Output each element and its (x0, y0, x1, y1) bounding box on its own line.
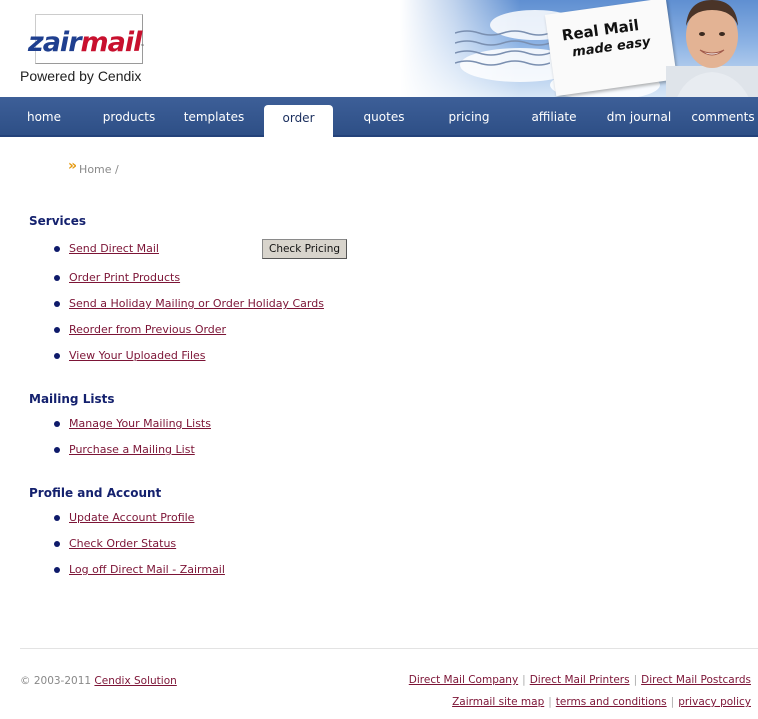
nav-home[interactable]: home (8, 97, 80, 137)
check-order-status-link[interactable]: Check Order Status (69, 537, 176, 550)
trademark-mark: ™ (140, 44, 145, 50)
bullet-icon (54, 353, 60, 359)
nav-quotes[interactable]: quotes (348, 97, 420, 137)
bullet-icon (54, 246, 60, 252)
footer-separator: | (670, 696, 675, 708)
nav-dm-journal[interactable]: dm journal (600, 97, 678, 137)
send-direct-mail-link[interactable]: Send Direct Mail (69, 242, 159, 255)
real-mail-card: Real Mail made easy (544, 0, 678, 97)
breadcrumb: » Home / (68, 158, 119, 177)
footer-divider (20, 648, 758, 649)
bullet-icon (54, 541, 60, 547)
direct-mail-postcards-link[interactable]: Direct Mail Postcards (641, 674, 751, 686)
nav-products[interactable]: products (90, 97, 168, 137)
logo-wordmark: zairmail (28, 27, 142, 58)
bullet-icon (54, 567, 60, 573)
copyright-text: © 2003-2011 (20, 675, 92, 687)
direct-mail-company-link[interactable]: Direct Mail Company (409, 674, 518, 686)
order-print-products-link[interactable]: Order Print Products (69, 271, 180, 284)
section-title-services: Services (29, 214, 87, 228)
header: zairmail ™ Powered by Cendix Real Mail m… (0, 0, 758, 97)
copyright: © 2003-2011 Cendix Solution (20, 675, 177, 687)
bullet-icon (54, 275, 60, 281)
check-pricing-button[interactable]: Check Pricing (262, 239, 347, 259)
nav-order[interactable]: order (264, 105, 333, 137)
holiday-mailing-link[interactable]: Send a Holiday Mailing or Order Holiday … (69, 297, 324, 310)
bullet-icon (54, 515, 60, 521)
nav-affiliate[interactable]: affiliate (518, 97, 590, 137)
bullet-icon (54, 421, 60, 427)
direct-mail-printers-link[interactable]: Direct Mail Printers (530, 674, 630, 686)
bullet-icon (54, 447, 60, 453)
zairmail-logo[interactable]: zairmail ™ Powered by Cendix (20, 14, 160, 84)
cendix-solution-link[interactable]: Cendix Solution (94, 675, 176, 687)
footer-links-row-2: Zairmail site map | terms and conditions | p… (452, 696, 751, 708)
log-off-link[interactable]: Log off Direct Mail - Zairmail (69, 563, 225, 576)
footer-separator: | (548, 696, 552, 708)
site-map-link[interactable]: Zairmail site map (452, 696, 544, 708)
bullet-icon (54, 327, 60, 333)
bullet-icon (54, 301, 60, 307)
update-profile-link[interactable]: Update Account Profile (69, 511, 194, 524)
footer-separator: | (522, 674, 526, 686)
purchase-mailing-list-link[interactable]: Purchase a Mailing List (69, 443, 195, 456)
postmark-lines-icon (455, 30, 550, 66)
header-banner: Real Mail made easy (400, 0, 758, 97)
smiling-man-photo-icon (666, 0, 758, 97)
reorder-link[interactable]: Reorder from Previous Order (69, 323, 226, 336)
main-nav: home products templates order quotes pri… (0, 97, 758, 137)
chevron-right-icon: » (68, 158, 78, 174)
logo-tagline: Powered by Cendix (20, 68, 142, 84)
privacy-policy-link[interactable]: privacy policy (678, 696, 751, 708)
footer-links-row-1: Direct Mail Company | Direct Mail Printers… (409, 674, 751, 686)
uploaded-files-link[interactable]: View Your Uploaded Files (69, 349, 206, 362)
manage-mailing-lists-link[interactable]: Manage Your Mailing Lists (69, 417, 211, 430)
breadcrumb-home[interactable]: Home (79, 163, 111, 176)
section-title-profile: Profile and Account (29, 486, 162, 500)
nav-comments[interactable]: comments (688, 97, 758, 137)
breadcrumb-separator: / (115, 163, 119, 176)
footer-separator: | (633, 674, 638, 686)
terms-link[interactable]: terms and conditions (556, 696, 667, 708)
nav-pricing[interactable]: pricing (433, 97, 505, 137)
nav-templates[interactable]: templates (174, 97, 254, 137)
section-title-mailing-lists: Mailing Lists (29, 392, 115, 406)
